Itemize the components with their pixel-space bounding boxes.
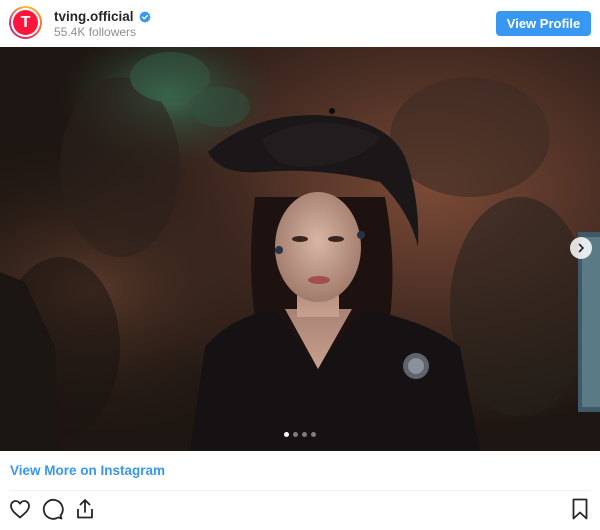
carousel-indicator xyxy=(284,432,316,437)
carousel-dot xyxy=(311,432,316,437)
carousel-dot xyxy=(293,432,298,437)
post-header: T tving.official 55.4K followers View Pr… xyxy=(0,0,600,47)
carousel-dot xyxy=(284,432,289,437)
tving-logo-icon: T xyxy=(13,10,38,35)
comment-icon[interactable] xyxy=(40,497,64,521)
avatar[interactable]: T xyxy=(9,6,42,39)
verified-badge-icon xyxy=(138,10,151,23)
next-image-button[interactable] xyxy=(570,237,592,259)
share-icon[interactable] xyxy=(73,497,97,521)
post-photo-illustration xyxy=(0,47,600,451)
follower-count: 55.4K followers xyxy=(54,25,137,39)
carousel-dot xyxy=(302,432,307,437)
instagram-embed: T tving.official 55.4K followers View Pr… xyxy=(0,0,600,530)
divider xyxy=(10,490,590,491)
action-bar xyxy=(0,497,600,525)
post-image[interactable] xyxy=(0,47,600,451)
heart-icon[interactable] xyxy=(8,497,32,521)
username[interactable]: tving.official xyxy=(54,9,134,24)
bookmark-icon[interactable] xyxy=(568,497,592,521)
view-profile-button[interactable]: View Profile xyxy=(496,11,591,36)
view-more-link[interactable]: View More on Instagram xyxy=(10,463,165,478)
chevron-right-icon xyxy=(578,243,584,253)
